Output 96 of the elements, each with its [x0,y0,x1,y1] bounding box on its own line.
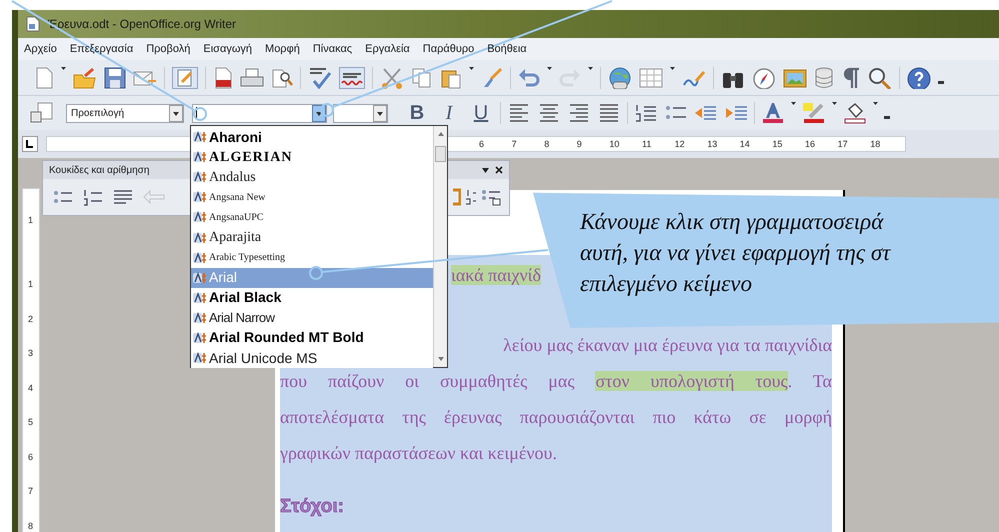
fill-bucket-icon[interactable] [843,102,867,124]
menu-item[interactable]: Μορφή [263,40,302,58]
ruler-number: 3 [28,348,34,358]
zoom-icon[interactable] [868,66,892,88]
text-line: γραφικών παραστάσεων και κειμένου. [280,442,557,465]
ruler-number: 4 [28,382,34,392]
scroll-down-icon[interactable] [438,357,444,361]
font-icon[interactable] [193,332,207,344]
globe-icon[interactable] [608,66,632,88]
font-icon[interactable] [193,312,207,324]
ruler-number: 5 [28,417,34,427]
ruler-number: 16 [805,138,816,151]
undo-icon[interactable] [518,66,540,88]
menu-item[interactable]: Πίνακας [310,40,354,58]
justify-icon[interactable] [597,102,621,124]
picture-icon[interactable] [783,66,807,88]
bold-button[interactable]: B [404,98,430,128]
font-size-field[interactable] [333,104,388,122]
font-icon[interactable] [193,352,207,364]
document-icon [26,16,40,32]
italic-button[interactable]: I [436,98,462,128]
ruler-number: 2 [28,314,34,324]
font-color-icon[interactable] [761,102,785,124]
pdf-icon[interactable] [213,66,233,88]
menu-item[interactable]: Βοήθεια [485,40,529,58]
table-icon[interactable] [639,66,663,88]
close-icon[interactable] [495,166,503,174]
text-line: λείου μας έκαναν μια έρευνα για τα παιχνίδια [503,334,832,357]
help-icon[interactable] [907,66,931,88]
ruler-number: 7 [512,138,517,151]
menu-item[interactable]: Εισαγωγή [201,40,254,58]
font-icon[interactable] [193,272,207,284]
font-icon[interactable] [193,191,207,204]
ruler-number: 13 [707,138,718,151]
align-right-icon[interactable] [567,102,591,124]
ruler-number: 8 [544,138,550,151]
brush-icon[interactable] [481,66,503,88]
ruler-number: 14 [740,138,750,151]
bullet-list-icon[interactable] [481,188,501,206]
font-icon[interactable] [193,211,207,224]
text-line: αποτελέσματα της έρευνας παρουσιάζονται πιο κάτω σε μορφή [280,406,832,429]
scrollbar[interactable] [433,126,447,367]
menu-item[interactable]: Εργαλεία [363,40,412,58]
paragraph-style-field[interactable]: Προεπιλογή [66,104,184,122]
style-icon[interactable] [30,102,54,124]
heading: Στόχοι: [280,495,344,519]
panel-title: Κουκίδες και αρίθμηση [49,164,150,178]
ruler-number: 11 [642,138,652,151]
numbered-list-icon[interactable] [634,102,658,124]
font-icon[interactable] [193,252,207,264]
align-center-icon[interactable] [537,102,561,124]
autospell-icon[interactable] [339,66,365,88]
tab-stop-icon[interactable] [22,136,38,152]
dropdown-arrow-icon[interactable] [482,168,489,172]
ruler-number: 10 [609,138,620,151]
font-icon[interactable] [193,131,207,144]
underline-button[interactable]: U [468,98,494,128]
ruler-number: 15 [772,138,782,151]
compass-icon[interactable] [752,66,776,88]
font-icon[interactable] [193,151,207,164]
highlighter-icon[interactable] [802,102,826,124]
database-icon[interactable] [814,66,834,88]
bullet-list-icon[interactable] [53,188,73,206]
ruler-number: 1 [28,279,34,289]
font-name-field[interactable] [192,104,327,122]
copy-icon[interactable] [411,66,433,88]
scroll-thumb[interactable] [435,146,446,162]
numbered-list-icon[interactable] [83,188,103,206]
text-line: που παίζουν οι συμμαθητές μας στον υπολογιστή τους. Τα [280,370,832,393]
pilcrow-icon[interactable] [841,66,861,88]
ruler-number: 6 [28,452,34,462]
save-icon[interactable] [104,66,126,88]
ruler-number: 9 [576,138,582,151]
menu-item[interactable]: Προβολή [144,40,192,58]
new-document-icon[interactable] [34,66,54,88]
font-icon[interactable] [193,232,207,244]
menu-item[interactable]: Αρχείο [22,40,59,58]
preview-icon[interactable] [271,66,293,88]
ruler-number: 7 [28,486,34,496]
ruler-number: 18 [870,138,880,151]
open-folder-icon[interactable] [73,66,97,88]
align-left-icon[interactable] [507,102,531,124]
ruler-number: 8 [28,520,34,530]
edit-icon[interactable] [172,66,198,88]
font-icon[interactable] [193,171,207,184]
menu-item[interactable]: Επεξεργασία [68,40,136,58]
ruler-number: 1 [28,215,34,225]
font-icon[interactable] [193,292,207,304]
ruler-number: 6 [479,138,484,151]
numbered-list-icon[interactable] [465,188,477,206]
spellcheck-icon[interactable] [308,66,332,88]
menu-item[interactable]: Παράθυρο [420,40,476,58]
ruler-number: 12 [674,138,685,151]
ruler-number: 17 [838,138,848,151]
print-icon[interactable] [240,66,264,88]
paragraph-lines-icon[interactable] [113,188,133,206]
